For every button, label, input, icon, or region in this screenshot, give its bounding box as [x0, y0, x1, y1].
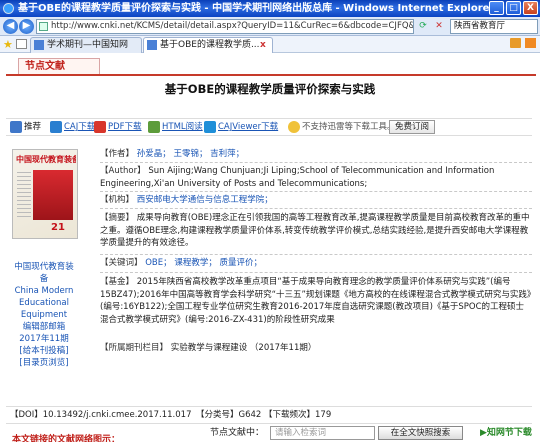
url-field[interactable]: http://www.cnki.net/KCMS/detail/detail.a… — [36, 19, 414, 34]
browser-search-field[interactable]: 陕西省教育厅 — [450, 19, 538, 34]
journal-name-cn[interactable]: 中国现代教育装备 — [12, 261, 76, 285]
fund-row: 【基金】 2015年陕西省高校教学改革重点项目“基于成果导向教育理念的教学质量评… — [100, 277, 532, 325]
back-button[interactable]: ◀ — [3, 19, 18, 34]
column-row: 【所属期刊栏目】 实验教学与课程建设 （2017年11期） — [100, 343, 317, 353]
page-content: 节点文献 基于OBE的课程教学质量评价探索与实践 推荐 CAJ下载 PDF下载 … — [0, 54, 540, 440]
free-subscribe-button[interactable]: 免费订阅 — [389, 120, 436, 134]
pdf-download-link[interactable]: PDF下载 — [94, 119, 142, 135]
journal-info: 中国现代教育装备 China Modern Educational Equipm… — [12, 261, 76, 369]
caj-download-link[interactable]: CAJ下载 — [50, 119, 95, 135]
tab-label: 学术期刊—中国知网 — [47, 40, 129, 50]
node-document-tab: 节点文献 — [18, 58, 100, 75]
caj-icon — [50, 120, 62, 133]
submit-link[interactable]: [给本刊投稿] — [12, 345, 76, 357]
home-icon[interactable] — [510, 38, 521, 48]
journal-name-en[interactable]: China Modern Educational Equipment — [12, 285, 76, 321]
column-text: 实验教学与课程建设 （2017年11期） — [170, 343, 317, 353]
favorites-star-icon[interactable]: ★ — [3, 38, 13, 51]
pdf-icon — [94, 120, 106, 133]
download-note: 不支持迅雷等下载工具。 — [288, 119, 396, 135]
stop-icon[interactable]: ✕ — [432, 19, 446, 34]
author-en-row: 【Author】 Sun Aijing;Wang Chunjuan;Ji Lip… — [100, 166, 495, 189]
warning-icon — [288, 120, 300, 133]
journal-issue-link[interactable]: 2017年11期 — [12, 333, 76, 345]
cover-text-lines — [17, 172, 31, 218]
close-button[interactable]: X — [523, 1, 538, 15]
header-rule — [6, 74, 536, 76]
journal-cover[interactable]: 中国现代教育装备 21 — [12, 149, 78, 239]
keyword-link[interactable]: 课程教学； — [174, 258, 217, 268]
ie-logo-icon — [3, 3, 14, 14]
abstract-row: 【摘要】 成果导向教育(OBE)理念正在引领我国的高等工程教育改革,提高课程教学… — [100, 213, 530, 248]
download-count-field: 【下载频次】179 — [264, 410, 332, 420]
author-en-text: Sun Aijing;Wang Chunjuan;Ji Liping;Schoo… — [100, 166, 495, 189]
tab-page-icon — [147, 40, 157, 50]
tab-label: 基于OBE的课程教学质... — [160, 40, 260, 50]
window-title: 基于OBE的课程教学质量评价探索与实践 - 中国学术期刊网络出版总库 - Win… — [18, 3, 495, 14]
forward-button[interactable]: ▶ — [19, 19, 34, 34]
network-diagram-tab: 本文链接的文献网络图示： — [12, 435, 121, 442]
maximize-button[interactable]: □ — [506, 1, 521, 15]
url-text: http://www.cnki.net/KCMS/detail/detail.a… — [51, 21, 414, 31]
next-node-link[interactable]: ▶知网节下载 — [480, 426, 532, 440]
search-input[interactable]: 请输入检索词 — [270, 426, 375, 440]
author-link[interactable]: 吉利萍； — [210, 149, 244, 159]
tab-page-icon — [34, 40, 44, 50]
author-link[interactable]: 孙爱晶； — [137, 149, 171, 159]
add-favorite-icon[interactable] — [16, 39, 27, 49]
authors-row: 【作者】 孙爱晶； 王零锦； 吉利萍； — [100, 149, 245, 159]
html-icon — [148, 120, 160, 133]
fund-text: 2015年陕西省高校教学改革重点项目“基于成果导向教育理念的教学质量评价体系研究… — [100, 277, 532, 325]
cover-issue-number: 21 — [51, 222, 65, 233]
address-bar: ◀ ▶ http://www.cnki.net/KCMS/detail/deta… — [0, 17, 540, 36]
cajviewer-download-link[interactable]: CAJViewer下载 — [204, 119, 278, 135]
window-title-bar: 基于OBE的课程教学质量评价探索与实践 - 中国学术期刊网络出版总库 - Win… — [0, 0, 540, 17]
search-label: 节点文献中： — [210, 428, 265, 438]
refresh-icon[interactable]: ⟳ — [416, 19, 430, 34]
recommend-icon — [10, 120, 22, 133]
html-read-link[interactable]: HTML阅读 — [148, 119, 203, 135]
cover-image — [33, 170, 73, 220]
browse-toc-link[interactable]: [目录页浏览] — [12, 357, 76, 369]
minimize-button[interactable]: _ — [489, 1, 504, 15]
tab-bar: ★ 学术期刊—中国知网 基于OBE的课程教学质... x — [0, 36, 540, 53]
browser-search-text: 陕西省教育厅 — [454, 21, 506, 31]
class-field: 【分类号】G642 — [196, 410, 262, 420]
cajviewer-icon — [204, 120, 216, 133]
fulltext-search-button[interactable]: 在全文快照搜索 — [378, 426, 463, 440]
page-icon — [39, 22, 48, 31]
feeds-icon[interactable] — [525, 38, 536, 48]
tab-cnki-home[interactable]: 学术期刊—中国知网 — [30, 37, 142, 53]
cover-masthead: 中国现代教育装备 — [16, 155, 76, 164]
meta-bar: 【DOI】10.13492/j.cnki.cmee.2017.11.017 【分… — [6, 406, 532, 424]
keyword-link[interactable]: OBE； — [145, 258, 171, 268]
tab-close-icon[interactable]: x — [260, 38, 270, 50]
recommend-button[interactable]: 推荐 — [10, 119, 41, 135]
author-link[interactable]: 王零锦； — [173, 149, 207, 159]
keyword-link[interactable]: 质量评价； — [220, 258, 263, 268]
download-toolbar: 推荐 CAJ下载 PDF下载 HTML阅读 CAJViewer下载 不支持迅雷等… — [6, 118, 532, 136]
doi-field: 【DOI】10.13492/j.cnki.cmee.2017.11.017 — [10, 410, 192, 420]
article-title: 基于OBE的课程教学质量评价探索与实践 — [164, 82, 376, 96]
editorial-email-link[interactable]: 编辑部邮箱 — [12, 321, 76, 333]
url-tools: ⟳ ✕ — [416, 19, 446, 34]
window-controls: _ □ X — [489, 1, 538, 15]
org-link[interactable]: 西安邮电大学通信与信息工程学院； — [137, 195, 273, 205]
abstract-text: 成果导向教育(OBE)理念正在引领我国的高等工程教育改革,提高课程教学质量是目前… — [100, 213, 530, 248]
keywords-row: 【关键词】 OBE； 课程教学； 质量评价； — [100, 258, 263, 268]
tab-article[interactable]: 基于OBE的课程教学质... x — [143, 37, 273, 53]
command-bar — [510, 38, 536, 48]
org-row: 【机构】 西安邮电大学通信与信息工程学院； — [100, 195, 273, 205]
